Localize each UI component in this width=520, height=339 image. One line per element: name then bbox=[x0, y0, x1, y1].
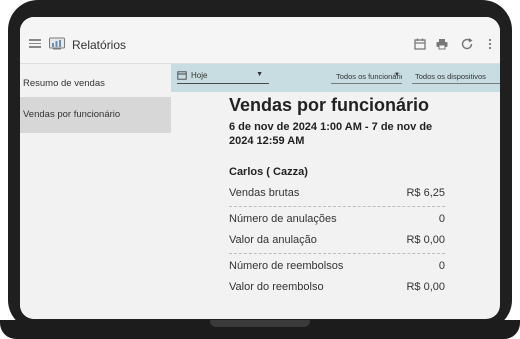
employee-select-value: Todos os funcionários bbox=[336, 72, 402, 81]
sidebar-item-label: Resumo de vendas bbox=[23, 78, 105, 89]
metric-row-gross-sales: Vendas brutas R$ 6,25 bbox=[229, 187, 445, 203]
metric-label: Vendas brutas bbox=[229, 187, 300, 199]
metric-row-refund-count: Número de reembolsos 0 bbox=[229, 260, 445, 276]
date-range-select[interactable]: Hoje ▼ bbox=[177, 70, 269, 84]
metric-row-refund-amount: Valor do reembolso R$ 0,00 bbox=[229, 281, 445, 297]
app-screen: Relatórios Resumo de vendas Vendas por f… bbox=[20, 17, 500, 319]
metric-value: R$ 0,00 bbox=[406, 234, 445, 246]
employee-name: Carlos ( Cazza) bbox=[229, 166, 308, 178]
page-title: Relatórios bbox=[72, 38, 127, 52]
report-title: Vendas por funcionário bbox=[229, 95, 430, 115]
sidebar-item-label: Vendas por funcionário bbox=[23, 109, 121, 120]
chevron-down-icon: ▼ bbox=[394, 72, 400, 78]
report-date-range: 6 de nov de 2024 1:00 AM - 7 de nov de 2… bbox=[229, 121, 433, 147]
metric-label: Número de anulações bbox=[229, 213, 337, 225]
divider bbox=[229, 206, 445, 207]
sidebar-item-sales-by-employee[interactable]: Vendas por funcionário bbox=[20, 97, 171, 133]
metric-label: Valor do reembolso bbox=[229, 281, 324, 293]
metric-value: R$ 0,00 bbox=[406, 281, 445, 293]
metric-label: Número de reembolsos bbox=[229, 260, 344, 272]
report-logo-icon bbox=[49, 37, 65, 50]
chevron-down-icon: ▼ bbox=[256, 71, 263, 78]
refresh-icon[interactable] bbox=[460, 37, 474, 51]
more-vert-icon[interactable] bbox=[483, 37, 497, 51]
print-icon[interactable] bbox=[435, 37, 449, 51]
app-header: Relatórios bbox=[20, 17, 500, 64]
calendar-icon[interactable] bbox=[413, 37, 427, 51]
laptop-base bbox=[0, 320, 520, 339]
metric-row-void-amount: Valor da anulação R$ 0,00 bbox=[229, 234, 445, 250]
divider bbox=[229, 253, 445, 254]
metric-value: R$ 6,25 bbox=[406, 187, 445, 199]
laptop-notch bbox=[210, 320, 310, 327]
metric-row-void-count: Número de anulações 0 bbox=[229, 213, 445, 229]
device-select-value: Todos os dispositivos bbox=[415, 72, 486, 81]
metric-label: Valor da anulação bbox=[229, 234, 317, 246]
metric-value: 0 bbox=[438, 260, 445, 272]
menu-icon[interactable] bbox=[29, 39, 41, 48]
employee-select[interactable]: Todos os funcionários ▼ bbox=[331, 72, 402, 84]
metric-value: 0 bbox=[438, 213, 445, 225]
device-select[interactable]: Todos os dispositivos ▼ bbox=[412, 72, 500, 84]
date-range-value: Hoje bbox=[191, 71, 208, 80]
sidebar: Resumo de vendas Vendas por funcionário bbox=[20, 64, 171, 319]
calendar-icon bbox=[177, 71, 187, 80]
filter-bar: Hoje ▼ Todos os funcionários ▼ Todos os … bbox=[171, 64, 500, 92]
